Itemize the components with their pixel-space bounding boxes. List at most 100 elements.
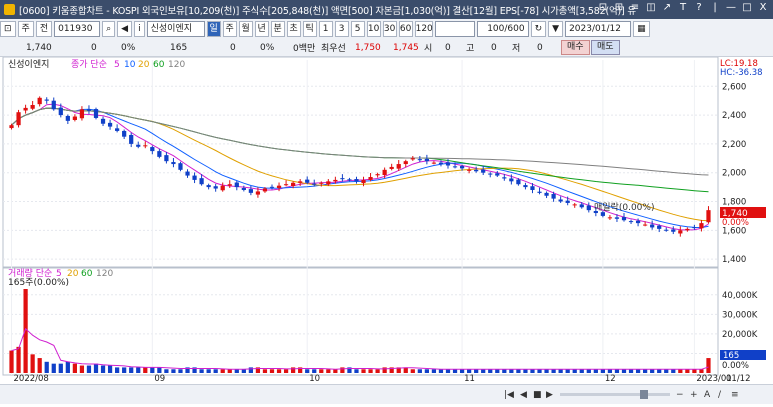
volume-bar <box>671 369 676 373</box>
volume-bar <box>579 369 584 373</box>
date-input[interactable]: 2023/01/12 <box>565 21 632 37</box>
scroll-next-button[interactable]: ▶ <box>546 390 553 400</box>
candle-body <box>565 200 570 203</box>
volume-bar <box>523 369 528 373</box>
split-icon[interactable]: ◫ <box>645 2 657 13</box>
price-change-pct: 0% <box>121 42 136 53</box>
info-icon[interactable]: i <box>134 21 145 37</box>
candle-body <box>452 166 458 168</box>
period-tick-button[interactable]: 틱 <box>302 21 317 37</box>
minute-3-button[interactable]: 3 <box>334 21 349 37</box>
x-tick-label: 10 <box>309 374 320 384</box>
minute-1-button[interactable]: 1 <box>318 21 333 37</box>
period-year-button[interactable]: 년 <box>254 21 269 37</box>
volume-bar <box>276 369 282 373</box>
candle-body <box>213 186 218 189</box>
candle-body <box>291 182 296 186</box>
volume-bar <box>685 369 690 373</box>
candle-body <box>143 145 148 147</box>
search-icon[interactable]: ⌕ <box>102 21 116 37</box>
candle-body <box>185 171 190 176</box>
sell-button[interactable]: 매도 <box>591 40 620 55</box>
minimize-button[interactable]: — <box>725 2 737 13</box>
volume-bar <box>312 369 317 373</box>
download-icon[interactable]: ▼ <box>548 21 564 37</box>
volume-change-pct: 0% <box>260 42 275 53</box>
settings-icon[interactable]: ≡ <box>731 390 739 400</box>
period-week-button[interactable]: 주 <box>222 21 237 37</box>
candle-body <box>248 189 253 193</box>
volume-bar <box>262 369 268 373</box>
all-button[interactable]: 전 <box>35 21 53 37</box>
grid-icon[interactable]: ⊞ <box>613 2 625 13</box>
pause-button[interactable]: ■ <box>533 390 542 400</box>
candle-body <box>650 224 655 228</box>
candle-body <box>241 187 246 190</box>
period-day-button[interactable]: 일 <box>206 21 221 37</box>
zoom-out-button[interactable]: − <box>676 390 684 400</box>
period-month-button[interactable]: 월 <box>238 21 253 37</box>
candle-body <box>319 182 324 184</box>
stock-code-input[interactable]: 011930 <box>54 21 101 37</box>
volume-bar <box>424 369 429 373</box>
maximize-button[interactable]: □ <box>741 2 753 13</box>
stock-name-field[interactable]: 신성이엔지 <box>146 21 205 37</box>
zoom-in-button[interactable]: + <box>690 390 698 400</box>
ma-60: 60 <box>153 60 165 70</box>
candle-body <box>445 162 451 166</box>
scroll-start-button[interactable]: |◀ <box>504 390 514 400</box>
menu-icon[interactable]: ≡ <box>629 2 641 13</box>
minute-120-button[interactable]: 120 <box>414 21 433 37</box>
refresh-icon[interactable]: ↻ <box>530 21 547 37</box>
minute-60-button[interactable]: 60 <box>398 21 413 37</box>
period-minute-button[interactable]: 분 <box>270 21 285 37</box>
chart-area[interactable]: 2,600 2,400 2,200 2,000 1,800 1,600 1,400 40,00… <box>0 56 773 384</box>
volume-bar <box>650 369 655 373</box>
candle-body <box>234 182 239 188</box>
calendar-icon[interactable]: ▦ <box>633 21 650 37</box>
minute-5-button[interactable]: 5 <box>350 21 365 37</box>
scroll-thumb[interactable] <box>640 390 648 399</box>
chart-layout-icon[interactable]: ⊡ <box>597 2 609 13</box>
price-volume-chart[interactable]: 2,6002,4002,2002,0001,8001,6001,40040,00… <box>0 56 773 384</box>
close-button[interactable]: X <box>757 2 769 13</box>
count-input[interactable]: 100/600 <box>476 21 529 37</box>
market-stock-button[interactable]: 주 <box>17 21 34 37</box>
volume-bar <box>488 369 493 373</box>
volume-bar <box>319 369 324 373</box>
candle-body <box>58 107 63 116</box>
current-price: 1,740 <box>26 42 52 53</box>
scroll-track[interactable] <box>560 393 670 396</box>
candle-body <box>93 109 99 118</box>
candle-body <box>516 179 521 185</box>
font-icon[interactable]: T <box>677 2 689 13</box>
candle-body <box>621 217 627 221</box>
volume-bar <box>291 367 296 373</box>
volume-bar <box>79 365 85 373</box>
text-tool-button[interactable]: A <box>704 390 711 400</box>
interval-select[interactable] <box>434 21 475 37</box>
volume-bar <box>699 369 704 373</box>
help-icon[interactable]: ? <box>693 2 705 13</box>
buy-button[interactable]: 매수 <box>561 40 590 55</box>
volume-bar <box>657 369 662 373</box>
volume-bar <box>664 369 669 373</box>
minute-30-button[interactable]: 30 <box>382 21 397 37</box>
volume-bar <box>93 363 99 373</box>
candle-body <box>459 166 465 169</box>
candle-body <box>509 178 514 182</box>
open-value: 0 <box>445 42 451 53</box>
scroll-prev-button[interactable]: ◀ <box>520 390 527 400</box>
candle-body <box>220 185 225 191</box>
candle-body <box>361 179 366 184</box>
minute-10-button[interactable]: 10 <box>366 21 381 37</box>
price-tick-label: 2,400 <box>722 111 746 121</box>
speaker-icon[interactable]: ◀ <box>117 21 133 37</box>
popout-icon[interactable]: ↗ <box>661 2 673 13</box>
candle-body <box>614 217 620 219</box>
period-second-button[interactable]: 초 <box>286 21 301 37</box>
volume-bar <box>586 369 591 373</box>
candle-body <box>382 169 387 176</box>
chart-settings-icon[interactable]: ⊡ <box>0 21 16 37</box>
line-tool-button[interactable]: ∕ <box>718 390 722 400</box>
